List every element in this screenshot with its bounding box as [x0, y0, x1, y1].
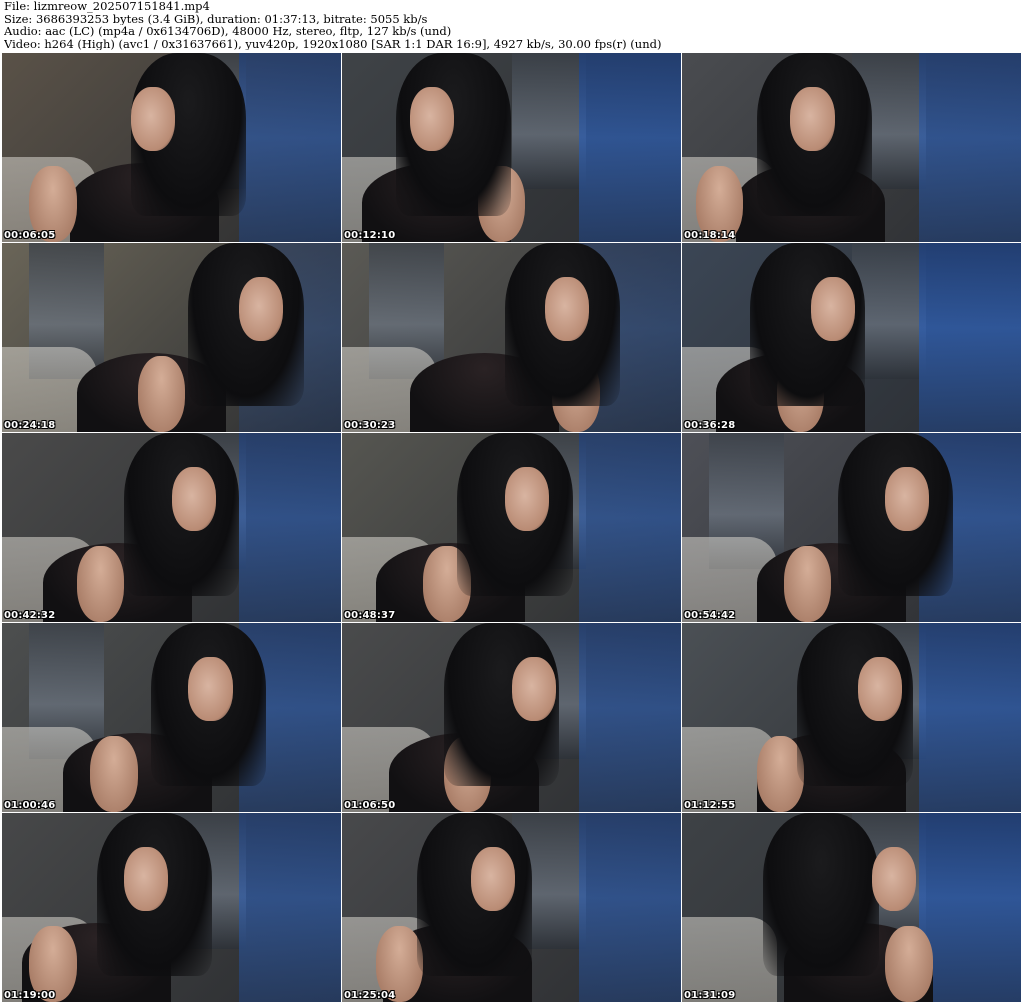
person-arm: [90, 736, 138, 812]
thumbnail-frame: 00:42:32: [2, 433, 342, 623]
video-info-line: Video: h264 (High) (avc1 / 0x31637661), …: [4, 37, 662, 50]
thumbnail-frame: 01:12:55: [682, 623, 1022, 813]
video-frame-image: [682, 243, 1021, 432]
audio-info-line: Audio: aac (LC) (mp4a / 0x6134706D), 480…: [4, 25, 452, 38]
person-face: [171, 467, 216, 532]
person-arm: [885, 926, 933, 1002]
wall-background: [579, 433, 681, 622]
person-face: [511, 657, 556, 722]
person-face: [504, 467, 549, 532]
person-arm: [76, 546, 125, 622]
timestamp-label: 00:48:37: [344, 610, 396, 621]
person-face: [858, 657, 903, 722]
timestamp-label: 00:06:05: [4, 230, 56, 241]
timestamp-label: 00:54:42: [684, 610, 736, 621]
video-frame-image: [342, 433, 681, 622]
thumbnail-frame: 00:30:23: [342, 243, 682, 433]
person-face: [545, 277, 590, 342]
thumbnail-frame: 00:24:18: [2, 243, 342, 433]
video-frame-image: [2, 623, 341, 812]
person-hair: [763, 813, 879, 976]
person-face: [124, 847, 169, 912]
video-frame-image: [682, 813, 1021, 1002]
thumbnail-frame: 00:18:14: [682, 53, 1022, 243]
video-frame-image: [2, 243, 341, 432]
wall-background: [919, 243, 1021, 432]
person-face: [409, 87, 454, 152]
thumbnail-frame: 01:31:09: [682, 813, 1022, 1003]
thumbnail-frame: 01:00:46: [2, 623, 342, 813]
file-info-header: File: lizmreow_202507151841.mp4 Size: 36…: [4, 0, 1020, 50]
timestamp-label: 01:31:09: [684, 990, 736, 1001]
wall-background: [579, 53, 681, 242]
thumbnail-frame: 00:06:05: [2, 53, 342, 243]
video-frame-image: [342, 53, 681, 242]
person-face: [470, 847, 515, 912]
video-frame-image: [682, 53, 1021, 242]
person-face: [885, 467, 930, 532]
wall-background: [239, 813, 341, 1002]
timestamp-label: 01:12:55: [684, 800, 736, 811]
wall-background: [239, 433, 341, 622]
timestamp-label: 00:18:14: [684, 230, 736, 241]
thumbnail-frame: 01:06:50: [342, 623, 682, 813]
wall-background: [239, 53, 341, 242]
wall-background: [919, 813, 1021, 1002]
timestamp-label: 00:12:10: [344, 230, 396, 241]
video-frame-image: [2, 813, 341, 1002]
thumbnail-frame: 01:19:00: [2, 813, 342, 1003]
person-arm: [783, 546, 832, 622]
video-frame-image: [342, 243, 681, 432]
video-frame-image: [2, 53, 341, 242]
timestamp-label: 01:00:46: [4, 800, 56, 811]
person-face: [130, 87, 175, 152]
timestamp-label: 00:36:28: [684, 420, 736, 431]
file-name-line: File: lizmreow_202507151841.mp4: [4, 0, 210, 13]
wall-background: [919, 623, 1021, 812]
timestamp-label: 00:42:32: [4, 610, 56, 621]
timestamp-label: 01:19:00: [4, 990, 56, 1001]
wall-background: [919, 53, 1021, 242]
video-frame-image: [342, 813, 681, 1002]
timestamp-label: 00:24:18: [4, 420, 56, 431]
person-face: [871, 847, 916, 912]
timestamp-label: 00:30:23: [344, 420, 396, 431]
person-face: [810, 277, 855, 342]
wall-background: [579, 813, 681, 1002]
thumbnail-frame: 01:25:04: [342, 813, 682, 1003]
file-size-line: Size: 3686393253 bytes (3.4 GiB), durati…: [4, 12, 428, 25]
thumbnail-grid: 00:06:05 00:12:10 00:18:14 00:24:18 00:30:23…: [2, 53, 1022, 1003]
person-arm: [137, 356, 186, 432]
person-face: [239, 277, 284, 342]
video-frame-image: [682, 433, 1021, 622]
thumbnail-frame: 00:48:37: [342, 433, 682, 623]
timestamp-label: 01:25:04: [344, 990, 396, 1001]
thumbnail-frame: 00:36:28: [682, 243, 1022, 433]
thumbnail-frame: 00:54:42: [682, 433, 1022, 623]
window-background: [511, 53, 587, 190]
video-frame-image: [682, 623, 1021, 812]
thumbnail-frame: 00:12:10: [342, 53, 682, 243]
timestamp-label: 01:06:50: [344, 800, 396, 811]
video-frame-image: [342, 623, 681, 812]
wall-background: [579, 623, 681, 812]
person-face: [790, 87, 835, 152]
person-face: [188, 657, 233, 722]
video-frame-image: [2, 433, 341, 622]
